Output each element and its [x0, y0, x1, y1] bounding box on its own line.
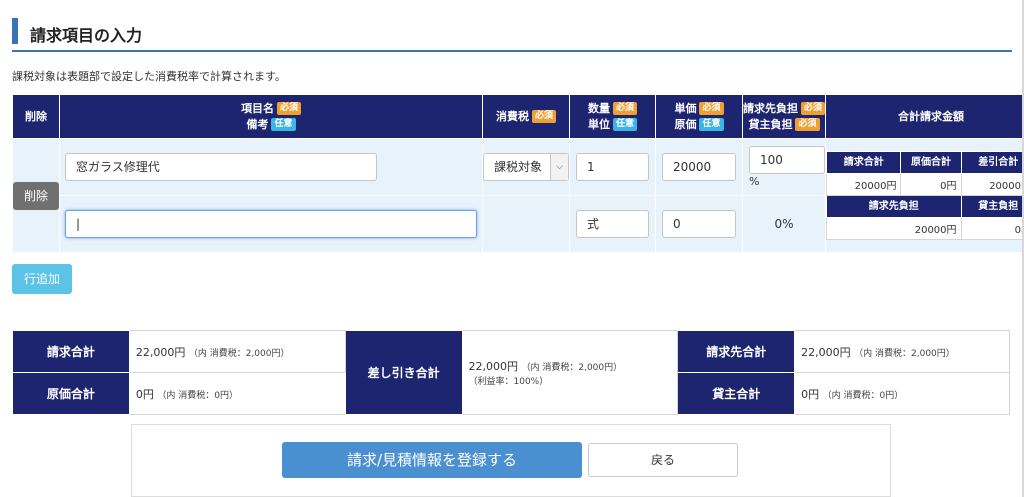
optional-badge: 任意 — [612, 118, 637, 131]
tax-note: 課税対象は表題部で設定した消費税率で計算されます。 — [12, 70, 286, 83]
col-tax-header: 消費税 必須 — [482, 94, 570, 139]
lessor-total-label: 貸主合計 — [677, 372, 796, 415]
col-unit-price-label: 単価 — [674, 101, 697, 115]
quantity-input[interactable]: 1 — [576, 153, 649, 181]
lessor-burden-percent: 0% — [742, 195, 826, 253]
col-quantity-header: 数量 必須 単位 任意 — [569, 94, 656, 139]
required-badge: 必須 — [699, 102, 724, 115]
required-badge: 必須 — [276, 102, 301, 115]
billing-party-total-label: 請求先合計 — [677, 330, 796, 373]
billing-party-total-cell: 22,000円 （内 消費税：2,000円） — [794, 330, 1010, 373]
diff-total-margin: （利益率：100%） — [468, 377, 549, 387]
percent-unit: % — [749, 175, 760, 188]
diff-total-tax: （内 消費税：2,000円） — [521, 363, 623, 373]
required-badge: 必須 — [612, 102, 637, 115]
required-badge: 必須 — [531, 110, 556, 123]
chevron-down-icon: ⌵ — [550, 154, 568, 180]
billing-total-cell: 22,000円 （内 消費税：2,000円） — [128, 330, 346, 373]
diff-total-label: 差し引き合計 — [344, 330, 463, 415]
items-table: 削除 項目名 必須 備考 任意 消費税 必須 数量 必須 単位 任意 単価 必須 原価 任意 … — [12, 94, 1024, 253]
col-price-header: 単価 必須 原価 任意 — [655, 94, 743, 139]
lessor-total-cell: 0円 （内 消費税：0円） — [794, 372, 1010, 415]
lessor-total-tax: （内 消費税：0円） — [822, 390, 904, 401]
mini-cost-total-header: 原価合計 — [900, 151, 962, 174]
section-title: 請求項目の入力 — [30, 26, 143, 45]
billing-burden-input[interactable]: 100 — [749, 146, 825, 174]
delete-row-button[interactable]: 削除 — [13, 181, 59, 210]
mini-summary-cell: 請求合計 原価合計 差引合計 20000円 0円 20000円 請求先負担 貸主… — [825, 138, 1024, 253]
unit-price-input[interactable]: 20000 — [662, 153, 736, 181]
cost-input[interactable]: 0 — [662, 210, 736, 238]
optional-badge: 任意 — [699, 118, 724, 131]
col-remarks-label: 備考 — [246, 117, 269, 131]
billing-party-total-tax: （内 消費税：2,000円） — [854, 348, 955, 359]
cost-total-label: 原価合計 — [12, 372, 130, 415]
diff-total-value: 22,000円 — [468, 360, 519, 373]
col-cost-label: 原価 — [674, 117, 697, 131]
text-cursor: | — [76, 217, 81, 231]
tax-select[interactable]: 課税対象 ⌵ — [483, 153, 569, 181]
col-unit-label: 単位 — [587, 117, 610, 131]
add-row-button[interactable]: 行追加 — [12, 264, 72, 294]
mini-cost-total-value: 0円 — [900, 173, 962, 196]
col-billing-burden-label: 請求先負担 — [743, 101, 798, 115]
col-quantity-label: 数量 — [587, 101, 610, 115]
mini-diff-total-header: 差引合計 — [960, 151, 1024, 174]
delete-cell: 削除 — [12, 138, 60, 253]
cost-total-cell: 0円 （内 消費税：0円） — [128, 372, 346, 415]
col-burden-header: 請求先負担 必須 貸主負担 必須 — [742, 94, 826, 139]
mini-summary-table: 請求合計 原価合計 差引合計 20000円 0円 20000円 請求先負担 貸主… — [825, 151, 1024, 240]
col-item-header: 項目名 必須 備考 任意 — [59, 94, 483, 139]
mini-lessor-value: 0円 — [960, 217, 1024, 240]
billing-total-tax: （内 消費税：2,000円） — [188, 348, 290, 359]
optional-badge: 任意 — [271, 118, 296, 131]
mini-billing-total-header: 請求合計 — [825, 151, 902, 174]
back-button[interactable]: 戻る — [588, 443, 738, 477]
billing-total-label: 請求合計 — [12, 330, 130, 373]
col-tax-label: 消費税 — [495, 109, 529, 123]
section-header-accent — [12, 18, 18, 44]
col-item-name-label: 項目名 — [240, 101, 274, 115]
cost-total-value: 0円 — [135, 387, 154, 401]
diff-total-cell: 22,000円 （内 消費税：2,000円） （利益率：100%） — [461, 330, 679, 415]
mini-billing-party-header: 請求先負担 — [826, 195, 962, 218]
mini-billing-party-value: 20000円 — [826, 217, 962, 240]
col-total-header: 合計請求金額 — [825, 94, 1024, 139]
mini-lessor-header: 貸主負担 — [960, 195, 1024, 218]
col-delete-header: 削除 — [12, 94, 60, 139]
unit-input[interactable]: 式 — [576, 210, 649, 238]
billing-party-total-value: 22,000円 — [801, 345, 851, 359]
lessor-total-value: 0円 — [801, 387, 820, 401]
col-lessor-burden-label: 貸主負担 — [748, 117, 793, 131]
required-badge: 必須 — [801, 102, 826, 115]
mini-diff-total-value: 20000円 — [960, 173, 1024, 196]
mini-billing-total-value: 20000円 — [825, 173, 902, 196]
section-header: 請求項目の入力 — [12, 16, 1012, 52]
totals-table: 請求合計 22,000円 （内 消費税：2,000円） 差し引き合計 22,00… — [12, 330, 1010, 415]
item-name-input[interactable]: 窓ガラス修理代 — [65, 153, 377, 181]
tax-select-value: 課税対象 — [494, 160, 543, 174]
required-badge: 必須 — [795, 118, 820, 131]
cost-total-tax: （内 消費税：0円） — [157, 390, 238, 401]
billing-total-value: 22,000円 — [135, 345, 186, 359]
submit-button[interactable]: 請求/見積情報を登録する — [282, 442, 582, 478]
remarks-input[interactable]: | — [65, 210, 477, 238]
